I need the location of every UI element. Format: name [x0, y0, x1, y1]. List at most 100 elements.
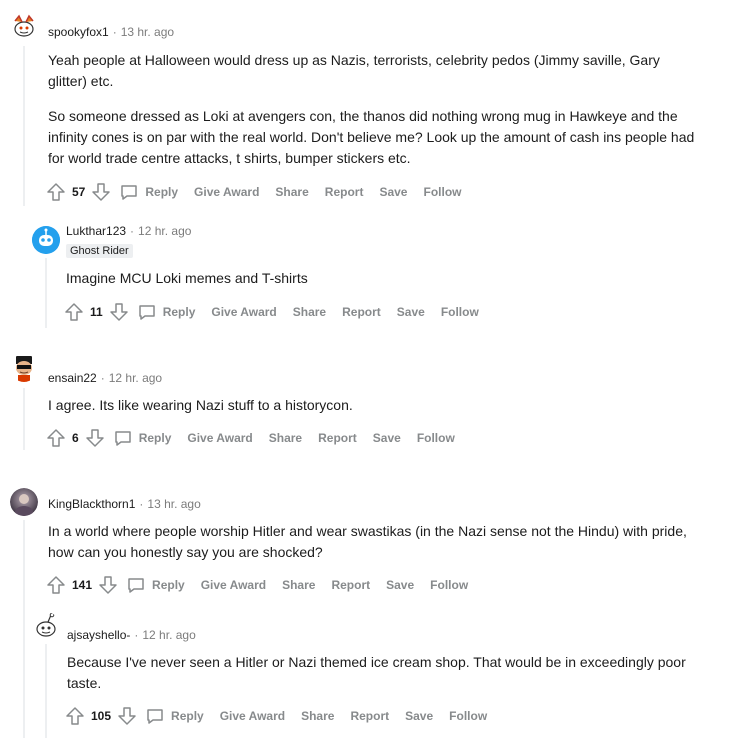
vote-count: 6	[72, 431, 79, 445]
comment-paragraph: Yeah people at Halloween would dress up …	[48, 52, 660, 89]
give-award-button[interactable]: Give Award	[211, 305, 276, 319]
vote-count: 105	[91, 709, 112, 723]
reply-button[interactable]: Reply	[137, 302, 196, 322]
vote-group: 141	[46, 575, 118, 595]
comment-bubble-icon	[128, 578, 144, 593]
follow-button[interactable]: Follow	[449, 709, 487, 723]
reply-label: Reply	[162, 305, 196, 319]
follow-button[interactable]: Follow	[423, 185, 461, 199]
report-button[interactable]: Report	[318, 431, 357, 445]
upvote-icon[interactable]	[65, 706, 85, 726]
downvote-icon[interactable]	[85, 428, 105, 448]
vote-count: 11	[90, 305, 103, 319]
give-award-button[interactable]: Give Award	[201, 578, 266, 592]
vote-group: 57	[46, 182, 111, 202]
follow-button[interactable]: Follow	[441, 305, 479, 319]
reply-label: Reply	[171, 709, 204, 723]
comment-body: Yeah people at Halloween would dress up …	[48, 50, 698, 177]
share-button[interactable]: Share	[293, 305, 326, 319]
share-button[interactable]: Share	[301, 709, 334, 723]
author-name[interactable]: spookyfox1	[48, 25, 109, 39]
vote-group: 105	[65, 706, 137, 726]
save-button[interactable]: Save	[397, 305, 425, 319]
author-name[interactable]: ajsayshello-	[67, 628, 130, 642]
upvote-icon[interactable]	[46, 182, 66, 202]
share-button[interactable]: Share	[269, 431, 302, 445]
upvote-icon[interactable]	[46, 575, 66, 595]
reply-button[interactable]: Reply	[126, 575, 185, 595]
timestamp[interactable]: 12 hr. ago	[109, 371, 162, 385]
report-button[interactable]: Report	[331, 578, 370, 592]
comment-meta: spookyfox1 · 13 hr. ago	[48, 25, 174, 39]
comment-body: In a world where people worship Hitler a…	[48, 521, 698, 571]
sunglasses-avatar-icon[interactable]	[10, 354, 38, 382]
separator: ·	[139, 497, 144, 511]
upvote-icon[interactable]	[46, 428, 66, 448]
comment-actions: 141 Reply Give Award Share Report Save F…	[46, 573, 468, 597]
report-button[interactable]: Report	[342, 305, 381, 319]
thread-line[interactable]	[45, 258, 47, 328]
save-button[interactable]: Save	[373, 431, 401, 445]
thread-line[interactable]	[45, 644, 47, 738]
reply-button[interactable]: Reply	[119, 182, 178, 202]
separator: ·	[112, 25, 117, 39]
comment-paragraph: In a world where people worship Hitler a…	[48, 523, 687, 560]
thread-line[interactable]	[23, 388, 25, 450]
vote-group: 11	[64, 302, 129, 322]
save-button[interactable]: Save	[386, 578, 414, 592]
comment-actions: 6 Reply Give Award Share Report Save Fol…	[46, 426, 455, 450]
thread-line[interactable]	[23, 46, 25, 206]
follow-button[interactable]: Follow	[417, 431, 455, 445]
share-button[interactable]: Share	[282, 578, 315, 592]
author-name[interactable]: KingBlackthorn1	[48, 497, 135, 511]
comment-meta: ajsayshello- · 12 hr. ago	[67, 628, 196, 642]
comment-paragraph: Because I've never seen a Hitler or Nazi…	[67, 654, 686, 691]
comment-bubble-icon	[114, 431, 131, 446]
report-button[interactable]: Report	[325, 185, 364, 199]
reply-label: Reply	[145, 185, 179, 199]
downvote-icon[interactable]	[91, 182, 111, 202]
comment-actions: 11 Reply Give Award Share Report Save Fo…	[64, 300, 479, 324]
comment-meta: Lukthar123 · 12 hr. ago	[66, 224, 191, 238]
comment-meta: ensain22 · 12 hr. ago	[48, 371, 162, 385]
reply-button[interactable]: Reply	[113, 428, 171, 448]
separator: ·	[100, 371, 105, 385]
save-button[interactable]: Save	[379, 185, 407, 199]
downvote-icon[interactable]	[98, 575, 118, 595]
follow-button[interactable]: Follow	[430, 578, 468, 592]
timestamp[interactable]: 13 hr. ago	[121, 25, 174, 39]
share-button[interactable]: Share	[275, 185, 308, 199]
timestamp[interactable]: 13 hr. ago	[147, 497, 200, 511]
timestamp[interactable]: 12 hr. ago	[142, 628, 195, 642]
give-award-button[interactable]: Give Award	[187, 431, 252, 445]
comment-actions: 105 Reply Give Award Share Report Save F…	[65, 704, 487, 728]
separator: ·	[130, 224, 135, 238]
photo-avatar-icon[interactable]	[10, 488, 38, 516]
thread-line[interactable]	[23, 520, 25, 738]
comment-actions: 57 Reply Give Award Share Report Save Fo…	[46, 180, 461, 204]
author-name[interactable]: Lukthar123	[66, 224, 126, 238]
comment-paragraph: So someone dressed as Loki at avengers c…	[48, 108, 695, 166]
vote-count: 141	[72, 578, 93, 592]
comment-bubble-icon	[138, 305, 155, 320]
downvote-icon[interactable]	[109, 302, 129, 322]
author-name[interactable]: ensain22	[48, 371, 97, 385]
reply-button[interactable]: Reply	[145, 706, 204, 726]
vote-count: 57	[72, 185, 86, 199]
user-flair: Ghost Rider	[66, 244, 133, 258]
give-award-button[interactable]: Give Award	[220, 709, 285, 723]
robot-avatar-icon[interactable]	[32, 226, 60, 254]
downvote-icon[interactable]	[117, 706, 137, 726]
report-button[interactable]: Report	[350, 709, 389, 723]
comment-body: I agree. Its like wearing Nazi stuff to …	[48, 395, 698, 424]
comment-body: Because I've never seen a Hitler or Nazi…	[67, 652, 707, 702]
comment-paragraph: I agree. Its like wearing Nazi stuff to …	[48, 397, 353, 413]
upvote-icon[interactable]	[64, 302, 84, 322]
snoo-avatar-icon[interactable]	[10, 12, 38, 40]
give-award-button[interactable]: Give Award	[194, 185, 259, 199]
comment-paragraph: Imagine MCU Loki memes and T-shirts	[66, 270, 308, 286]
snoo-avatar-icon[interactable]	[32, 612, 60, 640]
vote-group: 6	[46, 428, 105, 448]
timestamp[interactable]: 12 hr. ago	[138, 224, 191, 238]
save-button[interactable]: Save	[405, 709, 433, 723]
